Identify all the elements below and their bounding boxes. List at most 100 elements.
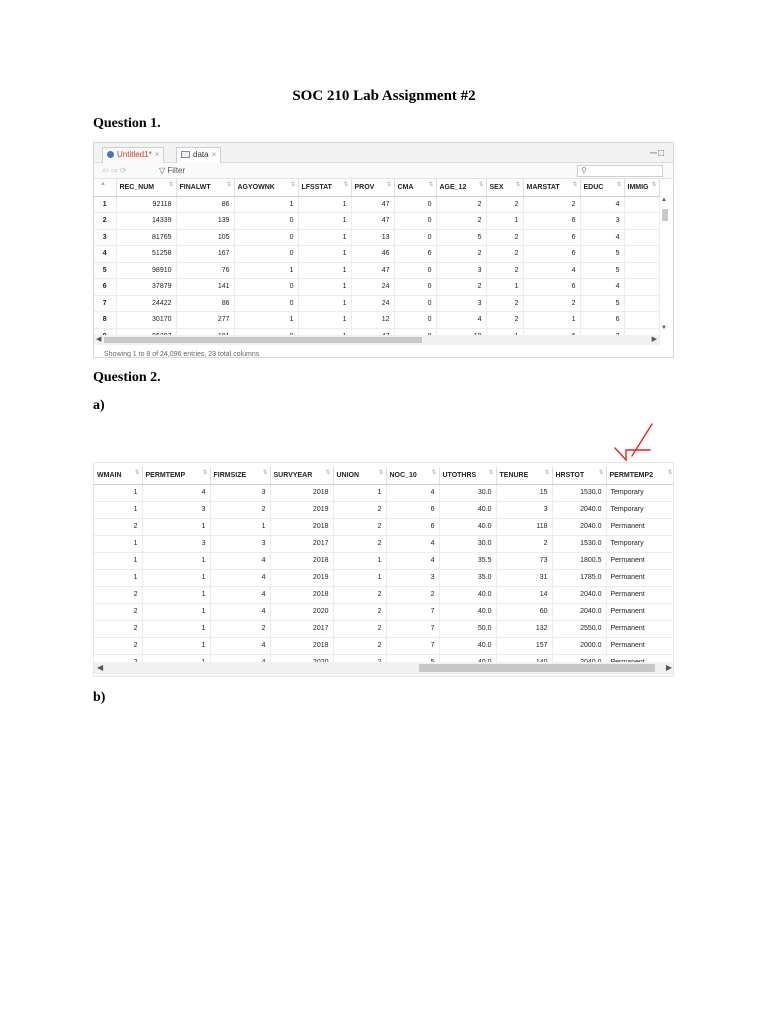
table-cell: 1 (94, 196, 117, 213)
table-row[interactable]: 2 1 4 2018 2 2 40.0 14 2040.0 Permanent (94, 586, 673, 604)
scroll-left-icon[interactable]: ◀ (96, 335, 101, 343)
sort-icon[interactable]: ⇅ (325, 469, 330, 476)
table-cell: 1 (298, 229, 352, 246)
column-header[interactable]: ▲ (94, 179, 117, 197)
scroll-thumb[interactable] (104, 337, 422, 343)
sort-up-icon[interactable]: ▲ (100, 181, 114, 187)
column-header[interactable]: PROV ⇅ (351, 179, 395, 197)
sort-icon[interactable]: ⇅ (667, 469, 672, 476)
table-row[interactable]: 7 24422 86 0 1 24 0 3 2 2 5 (94, 295, 660, 312)
question-1-heading: Question 1. (93, 116, 161, 131)
sort-icon[interactable]: ⇅ (202, 469, 207, 476)
table-row[interactable]: 2 1 2 2017 2 7 50.0 132 2550.0 Permanent (94, 620, 673, 638)
table-row[interactable]: 1 1 4 2019 1 3 35.0 31 1785.0 Permanent (94, 569, 673, 587)
table-cell: 105 (176, 229, 235, 246)
column-header[interactable]: UTOTHRS ⇅ (439, 467, 497, 485)
column-header[interactable]: EDUC ⇅ (580, 179, 625, 197)
horizontal-scrollbar[interactable]: ◀ ▶ (94, 335, 659, 345)
column-header[interactable]: LFSSTAT ⇅ (298, 179, 352, 197)
table-row[interactable]: 3 81765 105 0 1 13 0 5 2 6 4 (94, 229, 660, 246)
table-row[interactable]: 6 37879 141 0 1 24 0 2 1 6 4 (94, 278, 660, 296)
sort-icon[interactable]: ⇅ (431, 469, 436, 476)
scroll-left-icon[interactable]: ◀ (97, 663, 103, 672)
table-row[interactable]: 1 4 3 2018 1 4 30.0 15 1530.0 Temporary (94, 484, 673, 502)
table-row[interactable]: 1 92118 86 1 1 47 0 2 2 2 4 (94, 196, 660, 213)
vertical-scrollbar[interactable]: ▲ ▼ (661, 197, 669, 343)
table-row[interactable]: 1 3 3 2017 2 4 30.0 2 1530.0 Temporary (94, 535, 673, 553)
sort-icon[interactable]: ⇅ (544, 469, 549, 476)
table-row[interactable]: 1 1 4 2018 1 4 35.5 73 1800.5 Permanent (94, 552, 673, 570)
sort-icon[interactable]: ⇅ (598, 469, 603, 476)
sort-icon[interactable]: ⇅ (616, 181, 621, 188)
column-header[interactable]: SEX ⇅ (486, 179, 524, 197)
close-icon[interactable]: × (212, 150, 217, 159)
maximize-icon[interactable]: □ (658, 148, 665, 159)
table-cell: 24 (351, 278, 395, 296)
column-header[interactable]: SURVYEAR ⇅ (270, 467, 334, 485)
scroll-thumb[interactable] (419, 664, 655, 672)
back-icon[interactable]: ⇦ (102, 166, 109, 175)
sort-icon[interactable]: ⇅ (488, 469, 493, 476)
column-header[interactable]: AGE_12 ⇅ (436, 179, 487, 197)
table-cell: 1 (486, 278, 524, 296)
search-input[interactable]: ⚲ (577, 165, 663, 177)
scroll-thumb[interactable] (662, 209, 668, 221)
filter-button[interactable]: ▽ Filter (159, 166, 185, 175)
refresh-icon[interactable]: ⟳ (120, 166, 127, 175)
forward-icon[interactable]: ⇨ (111, 166, 118, 175)
sort-icon[interactable]: ⇅ (343, 181, 348, 188)
sort-icon[interactable]: ⇅ (134, 469, 139, 476)
table-row[interactable]: 2 14339 139 0 1 47 0 2 1 6 3 (94, 212, 660, 230)
sort-icon[interactable]: ⇅ (572, 181, 577, 188)
column-header[interactable]: REC_NUM ⇅ (116, 179, 177, 197)
close-icon[interactable]: × (155, 150, 160, 159)
tab-data[interactable]: data × (176, 147, 222, 163)
table-row[interactable]: 1 3 2 2019 2 6 40.0 3 2040.0 Temporary (94, 501, 673, 519)
table-row[interactable]: 5 98910 76 1 1 47 0 3 2 4 5 (94, 262, 660, 279)
sort-icon[interactable]: ⇅ (168, 181, 173, 188)
sort-icon[interactable]: ⇅ (226, 181, 231, 188)
column-header[interactable]: FINALWT ⇅ (176, 179, 235, 197)
table-row[interactable]: 2 1 1 2018 2 6 40.0 118 2040.0 Permanent (94, 518, 673, 536)
table-cell: 0 (234, 229, 299, 246)
horizontal-scrollbar[interactable]: ◀ ▶ (94, 662, 673, 674)
column-header[interactable]: TENURE ⇅ (496, 467, 553, 485)
sort-icon[interactable]: ⇅ (651, 181, 656, 188)
sort-icon[interactable]: ⇅ (290, 181, 295, 188)
table-cell: 30.0 (439, 484, 497, 502)
sort-icon[interactable]: ⇅ (262, 469, 267, 476)
sort-icon[interactable]: ⇅ (478, 181, 483, 188)
column-header[interactable]: IMMIG ⇅ (624, 179, 660, 197)
column-header[interactable]: PERMTEMP ⇅ (142, 467, 211, 485)
table-cell: 0 (394, 311, 437, 329)
table-cell: 51258 (116, 245, 177, 263)
column-header[interactable]: FIRMSIZE ⇅ (210, 467, 271, 485)
column-header[interactable]: NOC_10 ⇅ (386, 467, 440, 485)
scroll-down-icon[interactable]: ▼ (661, 325, 667, 331)
column-header[interactable]: CMA ⇅ (394, 179, 437, 197)
scroll-up-icon[interactable]: ▲ (661, 197, 667, 203)
sort-icon[interactable]: ⇅ (515, 181, 520, 188)
table-cell: 6 (386, 518, 440, 536)
minimize-icon[interactable]: ─ (650, 148, 658, 159)
table-row[interactable]: 4 51258 167 0 1 46 6 2 2 6 5 (94, 245, 660, 263)
table-cell: 1530.0 (552, 484, 607, 502)
table-row[interactable]: 8 30170 277 1 1 12 0 4 2 1 6 (94, 311, 660, 329)
sort-icon[interactable]: ⇅ (378, 469, 383, 476)
table-cell: 86 (176, 295, 235, 312)
column-header[interactable]: AGYOWNK ⇅ (234, 179, 299, 197)
table-row[interactable]: 2 1 4 2018 2 7 40.0 157 2000.0 Permanent (94, 637, 673, 655)
sort-icon[interactable]: ⇅ (386, 181, 391, 188)
tab-untitled1[interactable]: Untitled1* × (102, 147, 165, 163)
table-cell: 2000.0 (552, 637, 607, 655)
table-cell: 73 (496, 552, 553, 570)
column-header[interactable]: WMAIN ⇅ (94, 467, 143, 485)
column-header[interactable]: HRSTOT ⇅ (552, 467, 607, 485)
sort-icon[interactable]: ⇅ (428, 181, 433, 188)
table-row[interactable]: 2 1 4 2020 2 7 40.0 60 2040.0 Permanent (94, 603, 673, 621)
column-header[interactable]: MARSTAT ⇅ (523, 179, 581, 197)
column-header[interactable]: PERMTEMP2 ⇅ (606, 467, 673, 485)
scroll-right-icon[interactable]: ▶ (652, 335, 657, 343)
scroll-right-icon[interactable]: ▶ (666, 663, 672, 672)
column-header[interactable]: UNION ⇅ (333, 467, 387, 485)
